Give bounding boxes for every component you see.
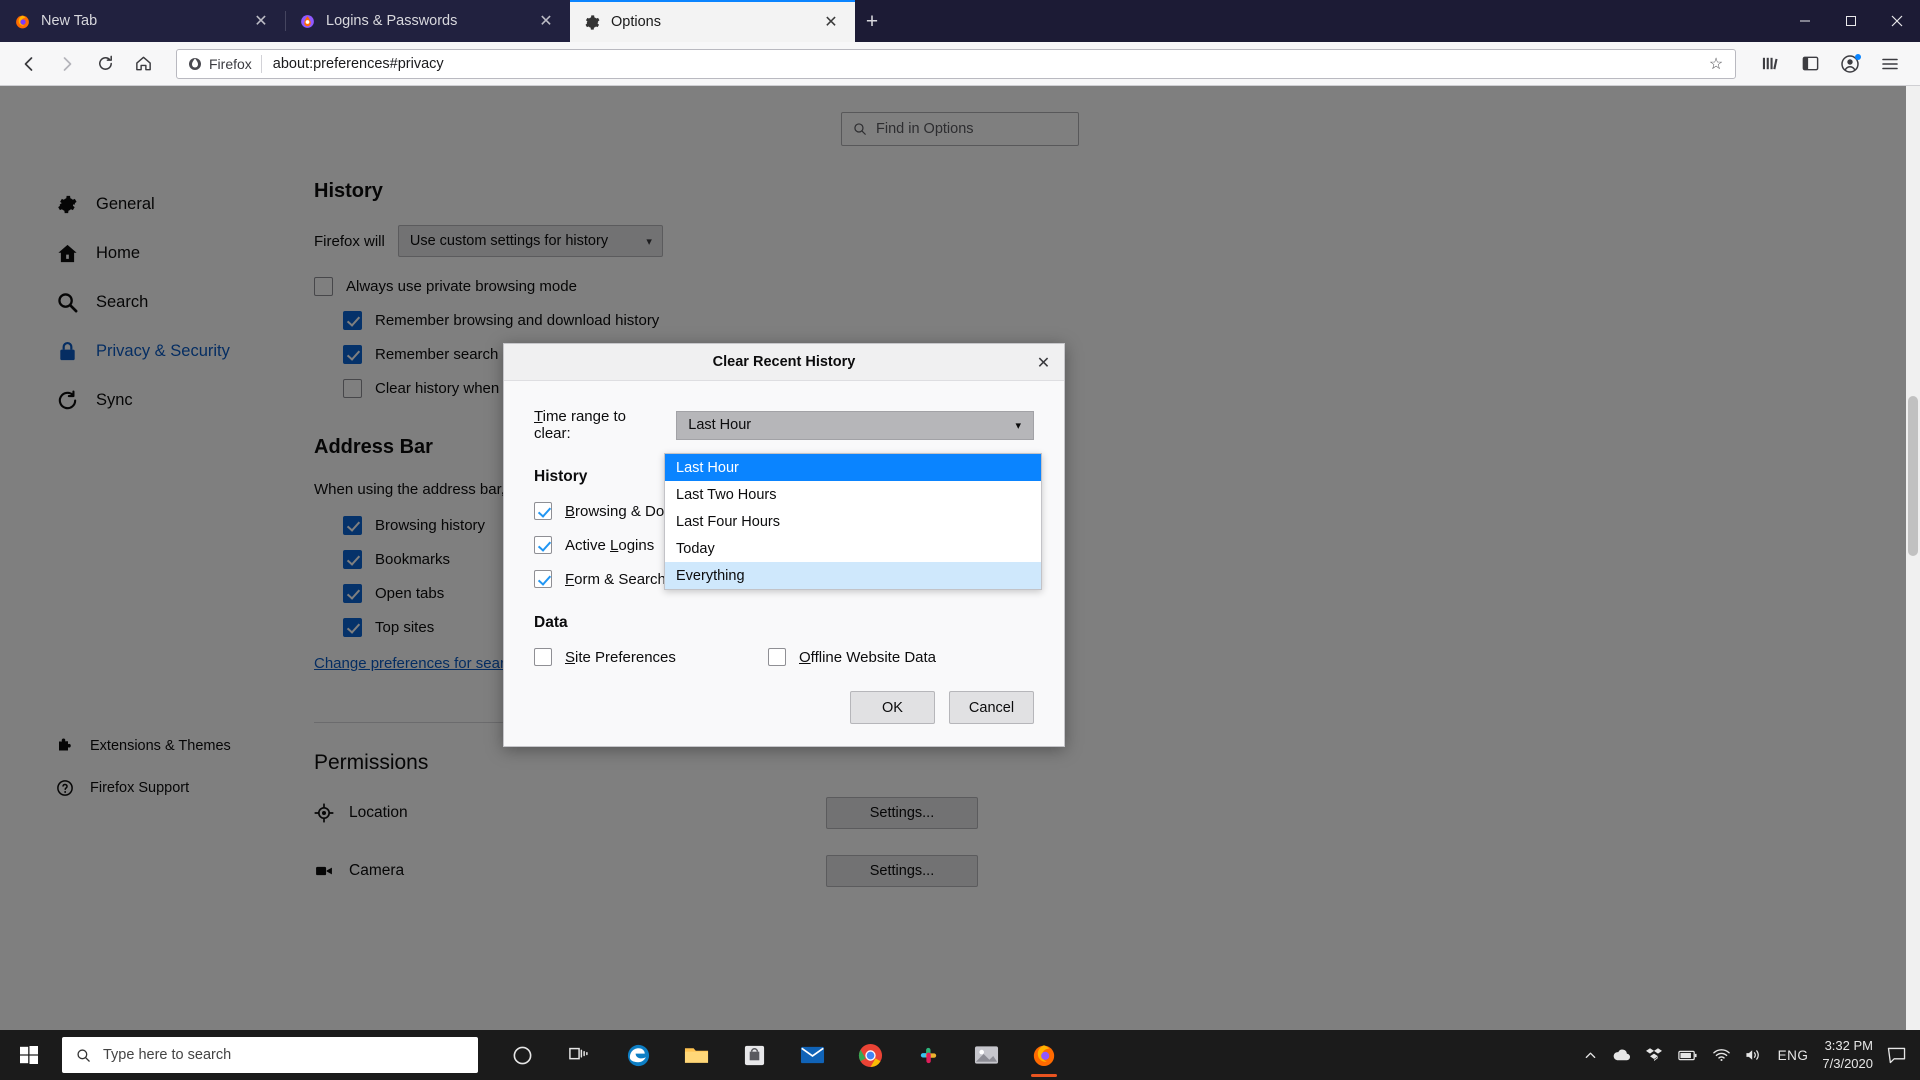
clear-recent-history-dialog: Clear Recent History ✕ Time range to cle… <box>503 343 1065 747</box>
tab-logins-passwords[interactable]: Logins & Passwords ✕ <box>285 0 570 42</box>
taskbar-app-icons <box>498 1031 1068 1079</box>
dialog-data-heading: Data <box>534 614 568 631</box>
edge-icon[interactable] <box>614 1031 662 1079</box>
url-divider <box>260 54 262 73</box>
dialog-data-grid: Site Preferences Offline Website Data <box>534 648 1034 666</box>
back-button[interactable] <box>12 47 46 81</box>
tab-strip: New Tab ✕ Logins & Passwords ✕ Options ✕… <box>0 0 1920 42</box>
time-range-value: Last Hour <box>688 417 752 433</box>
battery-icon[interactable] <box>1677 1049 1698 1062</box>
identity-label: Firefox <box>209 55 252 72</box>
tab-label: Options <box>611 14 661 30</box>
time-range-select[interactable]: Last Hour ▾ <box>676 410 1034 440</box>
cortana-icon[interactable] <box>498 1031 546 1079</box>
preferences-page: Find in Options General Home <box>0 86 1920 1030</box>
system-tray: ENG 3:32 PM 7/3/2020 <box>1584 1037 1920 1072</box>
dropbox-icon[interactable] <box>1645 1047 1662 1063</box>
volume-icon[interactable] <box>1745 1048 1763 1062</box>
gear-icon <box>585 14 600 30</box>
dropdown-option-everything[interactable]: Everything <box>665 562 1041 589</box>
bookmark-star-icon[interactable]: ☆ <box>1705 54 1727 74</box>
chevron-down-icon: ▾ <box>1015 419 1021 432</box>
scrollbar-thumb[interactable] <box>1908 396 1918 556</box>
url-text: about:preferences#privacy <box>272 55 444 72</box>
dropdown-option-last-four-hours[interactable]: Last Four Hours <box>665 508 1041 535</box>
dialog-checkbox-site-preferences[interactable]: Site Preferences <box>534 648 768 666</box>
taskbar-search-input[interactable]: Type here to search <box>62 1037 478 1073</box>
page-scrollbar[interactable] <box>1906 86 1920 1030</box>
notification-icon[interactable] <box>1887 1047 1906 1064</box>
chevron-up-icon[interactable] <box>1584 1049 1597 1062</box>
checkbox-label: Active Logins <box>565 536 655 554</box>
library-icon[interactable] <box>1752 47 1788 81</box>
onedrive-icon[interactable] <box>1612 1048 1631 1062</box>
sidebar-icon[interactable] <box>1792 47 1828 81</box>
language-indicator[interactable]: ENG <box>1778 1048 1809 1063</box>
identity-box[interactable]: Firefox <box>187 56 261 72</box>
dialog-titlebar: Clear Recent History ✕ <box>504 344 1064 381</box>
tab-new-tab[interactable]: New Tab ✕ <box>0 0 285 42</box>
maximize-button[interactable] <box>1828 0 1874 42</box>
close-icon[interactable]: ✕ <box>1031 350 1056 375</box>
checkbox-label: Site Preferences <box>565 648 676 666</box>
dropdown-option-today[interactable]: Today <box>665 535 1041 562</box>
close-icon[interactable]: ✕ <box>821 12 841 32</box>
account-icon[interactable] <box>1832 47 1868 81</box>
menu-button[interactable] <box>1872 47 1908 81</box>
taskbar-clock[interactable]: 3:32 PM 7/3/2020 <box>1822 1037 1873 1072</box>
window-controls <box>1782 0 1920 42</box>
minimize-button[interactable] <box>1782 0 1828 42</box>
start-button[interactable] <box>0 1030 58 1080</box>
dialog-buttons: OK Cancel <box>850 691 1034 724</box>
windows-taskbar: Type here to search ENG 3:32 PM 7/3/2020 <box>0 1030 1920 1080</box>
account-notification-dot <box>1855 53 1861 60</box>
tab-label: Logins & Passwords <box>326 13 458 29</box>
tab-label: New Tab <box>41 13 98 29</box>
forward-button[interactable] <box>50 47 84 81</box>
checkbox-box <box>534 648 552 666</box>
lockwise-icon <box>301 14 314 28</box>
task-view-icon[interactable] <box>556 1031 604 1079</box>
navigation-toolbar: Firefox about:preferences#privacy ☆ <box>0 42 1920 86</box>
firefox-taskbar-icon[interactable] <box>1020 1031 1068 1079</box>
checkbox-label: Offline Website Data <box>799 648 937 666</box>
clock-date: 7/3/2020 <box>1822 1056 1873 1071</box>
tray-icons: ENG <box>1584 1047 1809 1063</box>
photos-icon[interactable] <box>962 1031 1010 1079</box>
time-range-row: Time range to clear: Last Hour ▾ <box>534 408 1034 442</box>
mail-icon[interactable] <box>788 1031 836 1079</box>
close-window-button[interactable] <box>1874 0 1920 42</box>
dialog-checkbox-offline-website-data[interactable]: Offline Website Data <box>768 648 1002 666</box>
windows-logo-icon <box>20 1046 38 1064</box>
dialog-title: Clear Recent History <box>712 354 856 370</box>
time-range-label: Time range to clear: <box>534 408 626 442</box>
dropdown-option-last-two-hours[interactable]: Last Two Hours <box>665 481 1041 508</box>
address-bar[interactable]: Firefox about:preferences#privacy ☆ <box>176 48 1736 79</box>
firefox-icon <box>189 57 201 70</box>
reload-button[interactable] <box>88 47 122 81</box>
tab-options[interactable]: Options ✕ <box>570 0 855 42</box>
home-button[interactable] <box>126 47 160 81</box>
close-icon[interactable]: ✕ <box>536 11 556 31</box>
cancel-button[interactable]: Cancel <box>949 691 1034 724</box>
firefox-icon <box>16 15 29 28</box>
slack-icon[interactable] <box>904 1031 952 1079</box>
wifi-icon[interactable] <box>1712 1048 1730 1062</box>
file-explorer-icon[interactable] <box>672 1031 720 1079</box>
dialog-body: Time range to clear: Last Hour ▾ History… <box>504 381 1064 666</box>
checkbox-box <box>534 536 552 554</box>
new-tab-button[interactable]: + <box>855 5 889 39</box>
checkbox-box <box>768 648 786 666</box>
time-range-dropdown-list[interactable]: Last Hour Last Two Hours Last Four Hours… <box>664 453 1042 590</box>
ok-button[interactable]: OK <box>850 691 935 724</box>
checkbox-box <box>534 502 552 520</box>
dropdown-option-last-hour[interactable]: Last Hour <box>665 454 1041 481</box>
search-icon <box>77 1048 90 1062</box>
clock-time: 3:32 PM <box>1824 1038 1873 1054</box>
microsoft-store-icon[interactable] <box>730 1031 778 1079</box>
chrome-icon[interactable] <box>846 1031 894 1079</box>
close-icon[interactable]: ✕ <box>251 11 271 31</box>
taskbar-search-placeholder: Type here to search <box>103 1047 232 1063</box>
checkbox-box <box>534 570 552 588</box>
